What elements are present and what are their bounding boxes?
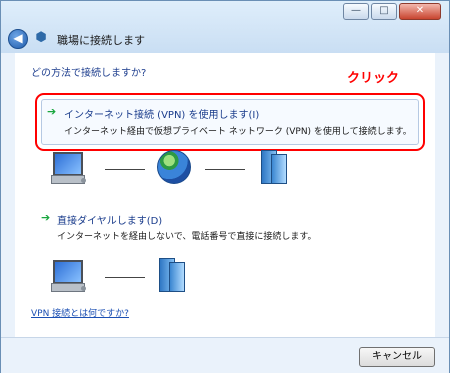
what-is-vpn-link[interactable]: VPN 接続とは何ですか? (31, 306, 129, 319)
window-controls: — □ ✕ (343, 3, 441, 20)
vpn-option-description: インターネット経由で仮想プライベート ネットワーク (VPN) を使用して接続し… (64, 127, 412, 137)
connector-line (105, 277, 145, 278)
dialup-diagram (47, 258, 247, 298)
title-bar: — □ ✕ ◀ ⬢ 職場に接続します (1, 1, 449, 53)
network-icon: ⬢ (35, 30, 47, 45)
dialup-option-description: インターネットを経由しないで、電話番号で直接に接続します。 (57, 232, 317, 242)
server-icon (261, 150, 287, 184)
content-panel: どの方法で接続しますか? クリック ➔ インターネット接続 (VPN) を使用し… (15, 53, 435, 337)
click-annotation: クリック (347, 71, 400, 86)
button-bar: キャンセル (1, 337, 449, 373)
computer-icon (51, 260, 86, 292)
connect-to-workplace-window: — □ ✕ ◀ ⬢ 職場に接続します どの方法で接続しますか? クリック ➔ イ… (0, 0, 450, 373)
arrow-right-icon: ➔ (47, 105, 57, 118)
arrow-right-icon: ➔ (41, 211, 51, 224)
minimize-button[interactable]: — (343, 3, 369, 20)
vpn-option-title[interactable]: インターネット接続 (VPN) を使用します(I) (64, 106, 259, 121)
back-arrow-icon[interactable]: ◀ (8, 29, 28, 49)
computer-icon (51, 152, 86, 184)
vpn-option[interactable]: ➔ インターネット接続 (VPN) を使用します(I) インターネット経由で仮想… (41, 99, 419, 145)
dialup-option[interactable]: ➔ 直接ダイヤルします(D) インターネットを経由しないで、電話番号で直接に接続… (33, 210, 433, 250)
vpn-option-highlight: ➔ インターネット接続 (VPN) を使用します(I) インターネット経由で仮想… (35, 93, 425, 151)
server-icon (159, 258, 185, 292)
cancel-button[interactable]: キャンセル (359, 347, 435, 367)
vpn-diagram (47, 150, 307, 190)
globe-icon (157, 150, 191, 184)
connector-line (205, 169, 245, 170)
dialup-option-title[interactable]: 直接ダイヤルします(D) (57, 212, 162, 227)
window-title: 職場に接続します (57, 34, 145, 47)
page-question: どの方法で接続しますか? (31, 68, 147, 79)
maximize-button[interactable]: □ (371, 3, 397, 20)
close-button[interactable]: ✕ (399, 3, 441, 20)
connector-line (105, 169, 145, 170)
